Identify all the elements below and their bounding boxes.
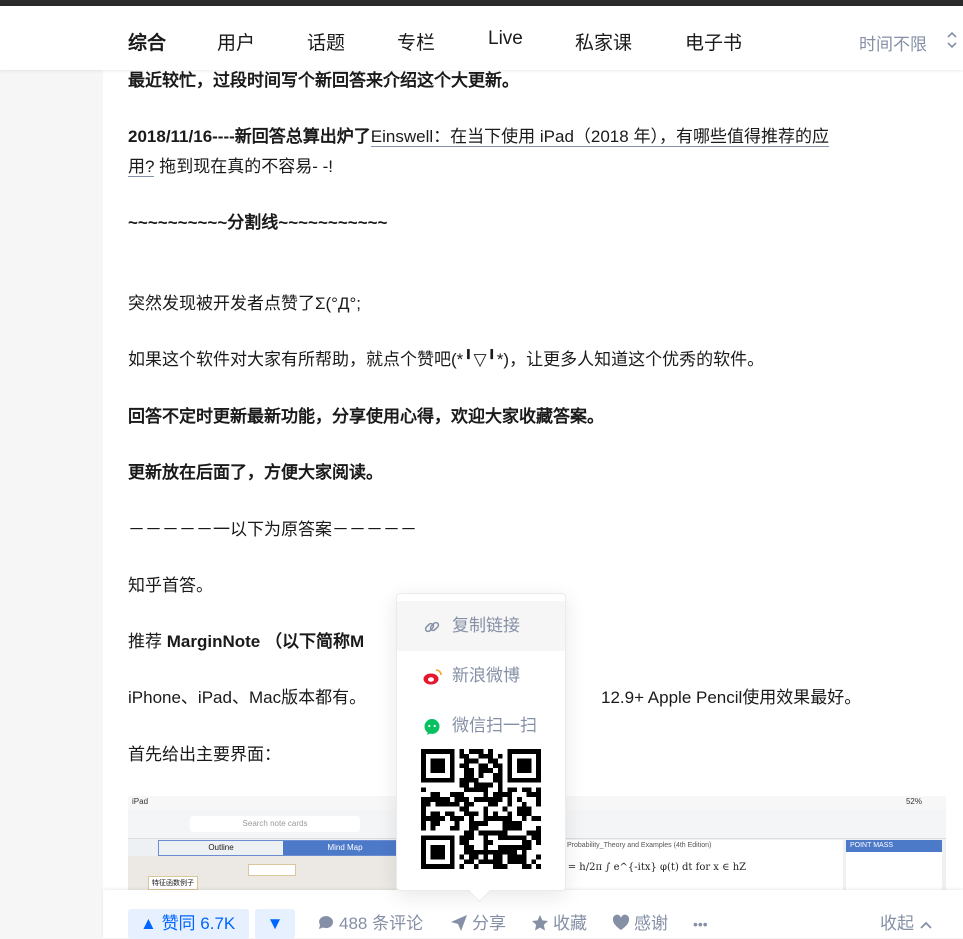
upvote-button[interactable]: ▲ 赞同 6.7K bbox=[128, 909, 249, 939]
paragraph-platforms: iPhone、iPad、Mac版本都有。 12.9+ Apple Pencil使… bbox=[128, 683, 861, 713]
link-icon bbox=[424, 621, 440, 633]
chevron-updown-icon[interactable] bbox=[945, 28, 959, 52]
answer-action-bar: ▲ 赞同 6.7K ▼ 488 条评论 分享 收藏 感谢 ••• 收起 bbox=[103, 890, 963, 939]
weibo-label: 新浪微博 bbox=[452, 666, 520, 685]
collapse-button[interactable]: 收起 bbox=[880, 909, 937, 939]
chevron-up-icon bbox=[920, 921, 932, 929]
weibo-icon bbox=[423, 669, 442, 685]
wechat-icon bbox=[424, 719, 440, 735]
copy-link-label: 复制链接 bbox=[452, 616, 520, 635]
time-filter-select[interactable]: 时间不限 bbox=[859, 30, 927, 55]
comment-icon bbox=[319, 916, 333, 929]
update-date-text: 2018/11/16----新回答总算出炉了 bbox=[128, 127, 371, 146]
tab-private-courses[interactable]: 私家课 bbox=[575, 28, 632, 55]
figure-seg-mindmap: Mind Map bbox=[283, 841, 407, 855]
figure-formula: x) = h/2π ∫ e^{-itx} φ(t) dt for x ∈ hZ bbox=[555, 862, 747, 873]
paragraph-separator: －－－－－一以下为原答案－－－－－ bbox=[128, 520, 417, 539]
comments-label: 488 条评论 bbox=[339, 914, 424, 933]
more-button[interactable]: ••• bbox=[693, 909, 708, 939]
upvote-label: 赞同 6.7K bbox=[161, 914, 236, 933]
paragraph-recommend: 推荐 MarginNote （以下简称M bbox=[128, 627, 364, 657]
figure-search: Search note cards bbox=[190, 816, 360, 832]
paragraph-text: 12.9+ Apple Pencil使用效果最好。 bbox=[601, 688, 862, 707]
figure-node: 特征函数例子 bbox=[148, 876, 198, 890]
paragraph-update: 2018/11/16----新回答总算出炉了Einswell：在当下使用 iPa… bbox=[128, 122, 829, 152]
paragraph-text: iPhone、iPad、Mac版本都有。 bbox=[128, 688, 367, 707]
thanks-button[interactable]: 感谢 bbox=[612, 909, 668, 939]
wechat-label: 微信扫一扫 bbox=[452, 716, 537, 735]
figure-mindmap: 特征函数例子 bbox=[128, 856, 418, 892]
paragraph-update-cont: 用? 拖到现在真的不容易- -! bbox=[128, 152, 333, 182]
answer-link[interactable]: Einswell：在当下使用 iPad（2018 年），有哪些值得推荐的应 bbox=[370, 127, 829, 147]
copy-link-item[interactable]: 复制链接 bbox=[397, 601, 565, 651]
heart-icon bbox=[612, 914, 630, 930]
favorite-label: 收藏 bbox=[553, 914, 587, 933]
collapse-label: 收起 bbox=[880, 914, 914, 933]
tab-ebooks[interactable]: 电子书 bbox=[685, 28, 742, 55]
tab-topics[interactable]: 话题 bbox=[307, 28, 345, 55]
share-popover: 复制链接 新浪微博 微信扫一扫 bbox=[396, 593, 566, 891]
search-type-tabbar: 综合 用户 话题 专栏 Live 私家课 电子书 时间不限 bbox=[0, 6, 963, 70]
paragraph: 更新放在后面了，方便大家阅读。 bbox=[128, 463, 383, 482]
tab-live[interactable]: Live bbox=[488, 28, 523, 50]
divider-text: ~~~~~~~~~~分割线~~~~~~~~~~~ bbox=[128, 213, 388, 232]
tab-columns[interactable]: 专栏 bbox=[397, 28, 435, 55]
wechat-share-item[interactable]: 微信扫一扫 bbox=[397, 701, 565, 751]
answer-link-cont[interactable]: 用? bbox=[128, 157, 155, 177]
more-icon: ••• bbox=[693, 916, 708, 932]
downvote-button[interactable]: ▼ bbox=[255, 909, 295, 939]
share-label: 分享 bbox=[472, 914, 506, 933]
triangle-up-icon: ▲ bbox=[140, 914, 157, 933]
paragraph: 回答不定时更新最新功能，分享使用心得，欢迎大家收藏答案。 bbox=[128, 407, 604, 426]
figure-battery: 52% bbox=[905, 797, 922, 806]
figure-seg-outline: Outline bbox=[208, 843, 234, 852]
figure-point-mass: POINT MASS bbox=[846, 840, 942, 852]
paragraph-text: 拖到现在真的不容易- -! bbox=[154, 157, 333, 176]
star-icon bbox=[532, 915, 548, 931]
weibo-share-item[interactable]: 新浪微博 bbox=[397, 651, 565, 701]
paragraph: 突然发现被开发者点赞了Σ(°Д°; bbox=[128, 294, 362, 313]
paragraph: 最近较忙，过段时间写个新回答来介绍这个大更新。 bbox=[128, 71, 519, 90]
figure-status-left: iPad bbox=[132, 797, 149, 806]
figure-segmented: Outline Mind Map bbox=[158, 840, 408, 856]
figure-node bbox=[248, 864, 296, 876]
tab-all[interactable]: 综合 bbox=[128, 28, 166, 55]
thanks-label: 感谢 bbox=[634, 914, 668, 933]
favorite-button[interactable]: 收藏 bbox=[531, 909, 587, 939]
figure-doc-title: Probability_Theory and Examples (4th Edi… bbox=[567, 842, 712, 849]
tab-users[interactable]: 用户 bbox=[217, 28, 255, 55]
triangle-down-icon: ▼ bbox=[266, 914, 284, 933]
paper-plane-icon bbox=[451, 915, 467, 931]
app-name-text: MarginNote （以下简称M bbox=[166, 632, 365, 651]
comments-button[interactable]: 488 条评论 bbox=[317, 909, 423, 939]
paragraph: 知乎首答。 bbox=[128, 576, 213, 595]
paragraph: 如果这个软件对大家有所帮助，就点个赞吧(*╹▽╹*)，让更多人知道这个优秀的软件… bbox=[128, 350, 765, 369]
wechat-qr-code bbox=[421, 749, 541, 869]
figure-side-panel: POINT MASS bbox=[846, 840, 942, 892]
paragraph: 首先给出主要界面： bbox=[128, 745, 281, 764]
paragraph-text: 推荐 bbox=[128, 632, 167, 651]
figure-document: Probability_Theory and Examples (4th Edi… bbox=[555, 840, 843, 892]
share-button[interactable]: 分享 bbox=[450, 909, 506, 939]
